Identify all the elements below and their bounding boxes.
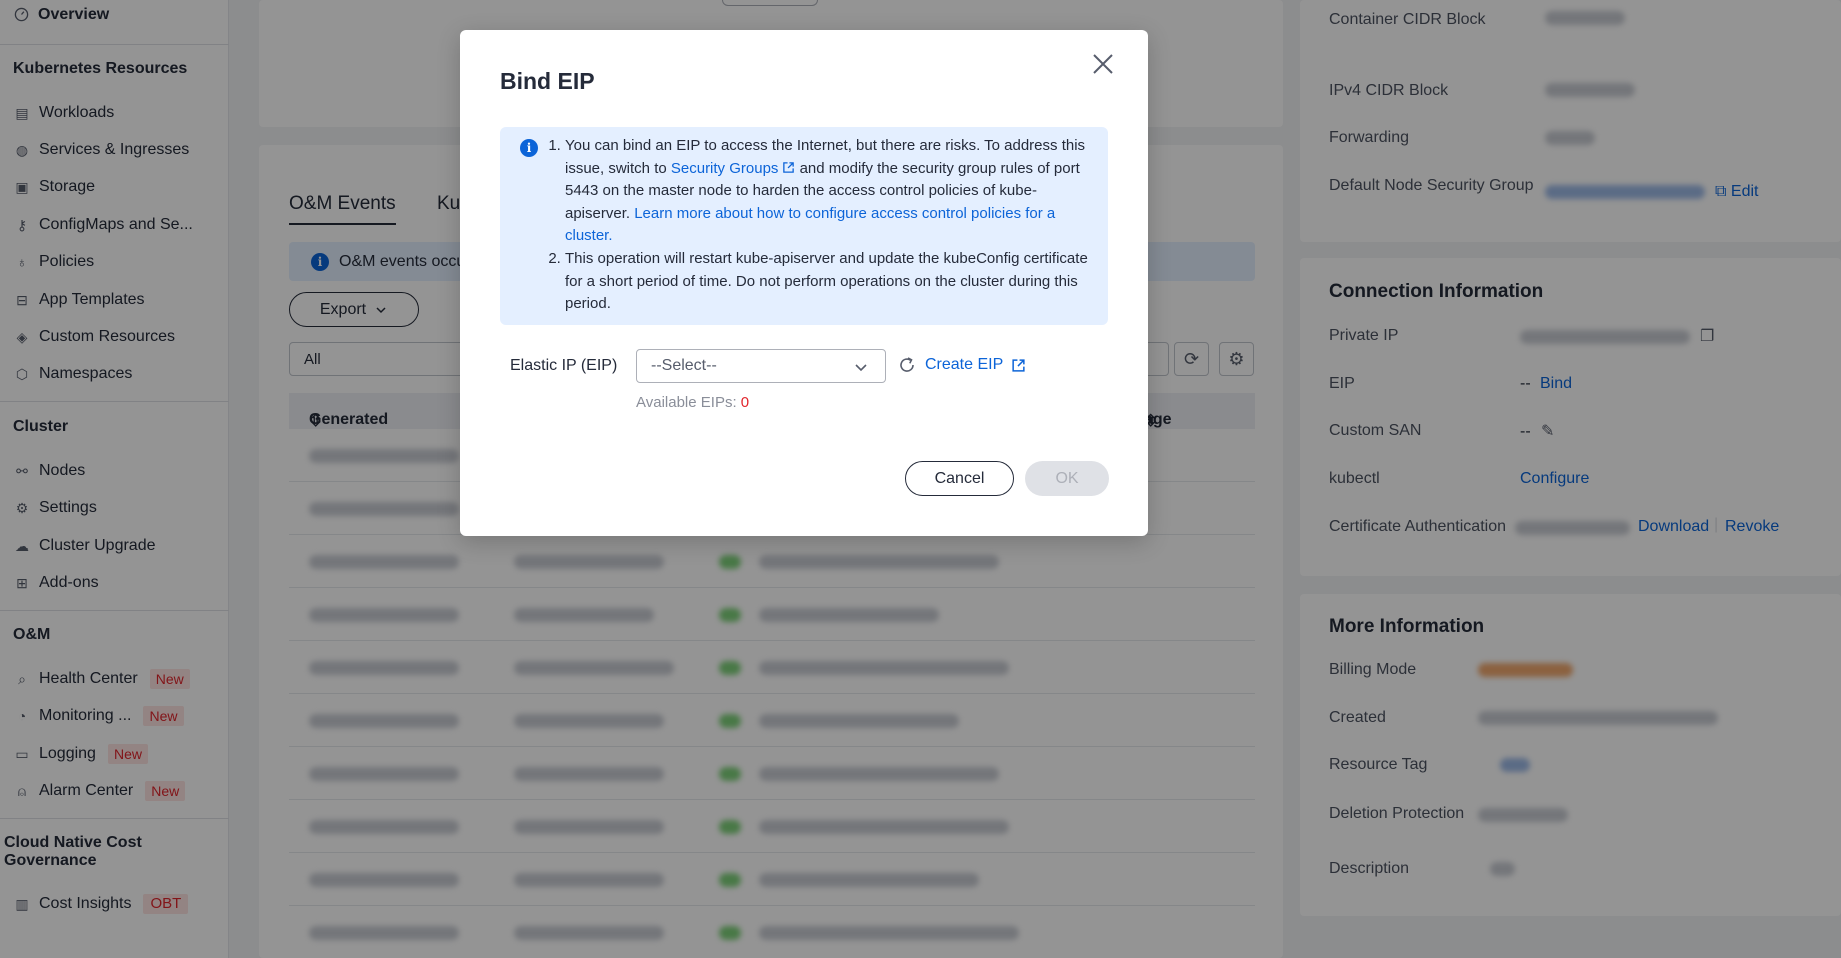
eip-select[interactable]: --Select-- — [636, 349, 886, 383]
dialog-title: Bind EIP — [500, 68, 595, 94]
select-placeholder: --Select-- — [651, 357, 717, 374]
available-count: 0 — [740, 394, 750, 411]
link-label: Security Groups — [670, 159, 779, 177]
bind-eip-dialog: Bind EIP i You can bind an EIP to access… — [460, 30, 1148, 536]
notice-item: This operation will restart kube-apiserv… — [565, 248, 1095, 316]
info-icon: i — [520, 139, 538, 157]
close-icon — [1093, 54, 1113, 74]
refresh-icon[interactable] — [897, 355, 917, 375]
notice-item: You can bind an EIP to access the Intern… — [565, 135, 1095, 248]
ok-button[interactable]: OK — [1025, 461, 1109, 496]
access-control-doc-link[interactable]: Learn more about how to configure access… — [565, 205, 1055, 245]
available-label: Available EIPs: — [636, 394, 741, 411]
eip-field-label: Elastic IP (EIP) — [510, 357, 618, 374]
risk-notice: i You can bind an EIP to access the Inte… — [500, 127, 1108, 325]
available-eips: Available EIPs: 0 — [636, 394, 749, 411]
chevron-down-icon — [855, 364, 867, 372]
cancel-button[interactable]: Cancel — [905, 461, 1014, 496]
external-link-icon — [1012, 358, 1025, 372]
close-button[interactable] — [1088, 49, 1118, 79]
link-label: Create EIP — [925, 356, 1004, 373]
external-link-icon — [783, 161, 795, 173]
create-eip-link[interactable]: Create EIP — [925, 356, 1026, 374]
security-groups-link[interactable]: Security Groups — [671, 160, 796, 177]
